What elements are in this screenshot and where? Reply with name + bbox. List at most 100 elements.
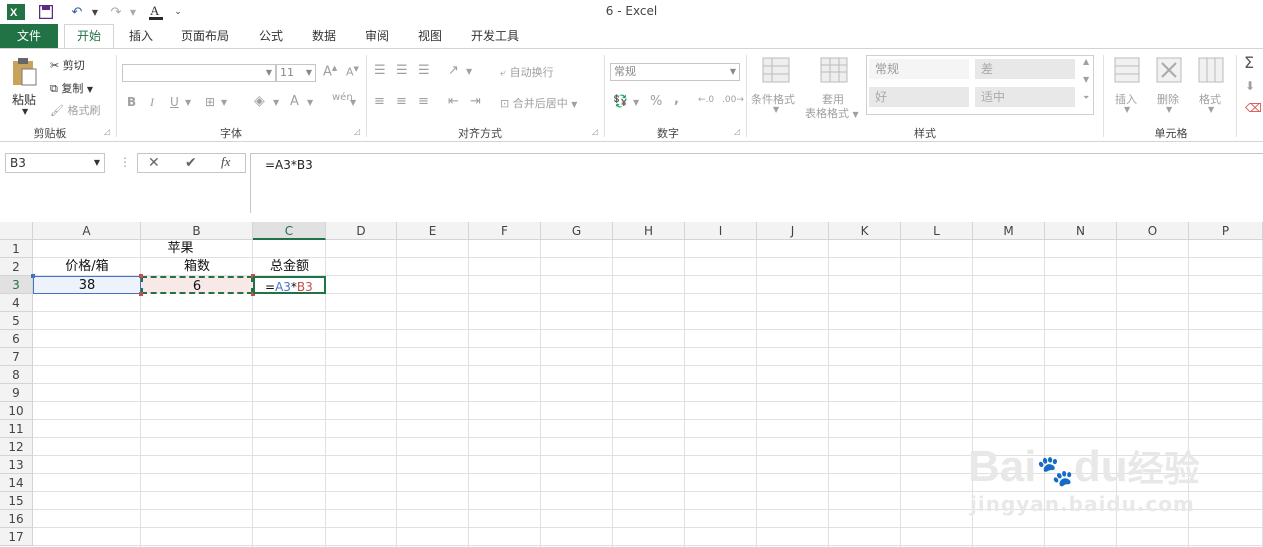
row-header-11[interactable]: 11 bbox=[0, 420, 33, 438]
underline-dropdown-icon[interactable]: ▼ bbox=[185, 98, 191, 107]
orientation-icon[interactable]: ↗ bbox=[448, 63, 459, 78]
column-header-L[interactable]: L bbox=[901, 222, 973, 240]
row-header-17[interactable]: 17 bbox=[0, 528, 33, 546]
increase-font-icon[interactable]: A▲ bbox=[323, 64, 337, 79]
align-left-icon[interactable]: ≡ bbox=[374, 94, 385, 109]
tab-page-layout[interactable]: 页面布局 bbox=[172, 24, 238, 48]
cell-A2[interactable]: 价格/箱 bbox=[33, 258, 141, 276]
paste-button[interactable]: 粘贴 bbox=[12, 91, 36, 108]
gallery-down-icon[interactable]: ▼ bbox=[1083, 75, 1089, 84]
row-header-6[interactable]: 6 bbox=[0, 330, 33, 348]
bold-icon[interactable]: B bbox=[127, 95, 136, 109]
align-right-icon[interactable]: ≡ bbox=[418, 94, 429, 109]
column-header-H[interactable]: H bbox=[613, 222, 685, 240]
insert-function-icon[interactable]: fx bbox=[221, 154, 230, 170]
number-launcher-icon[interactable]: ◿ bbox=[734, 127, 740, 136]
column-header-P[interactable]: P bbox=[1189, 222, 1263, 240]
increase-decimal-icon[interactable]: ←.0 bbox=[698, 95, 714, 105]
merge-center-button[interactable]: ⊡ 合并后居中 ▼ bbox=[500, 95, 577, 111]
cell-A3[interactable]: 38 bbox=[33, 276, 141, 294]
gallery-more-icon[interactable]: ⏷ bbox=[1083, 93, 1089, 103]
tab-developer[interactable]: 开发工具 bbox=[461, 24, 529, 48]
phonetic-dropdown-icon[interactable]: ▼ bbox=[350, 98, 356, 107]
row-header-4[interactable]: 4 bbox=[0, 294, 33, 312]
delete-cells-icon[interactable] bbox=[1156, 57, 1182, 86]
row-header-3[interactable]: 3 bbox=[0, 276, 33, 294]
border-dropdown-icon[interactable]: ▼ bbox=[221, 98, 227, 107]
formula-input[interactable]: =A3*B3 bbox=[250, 153, 1263, 213]
format-as-table-icon[interactable] bbox=[820, 57, 848, 86]
column-header-A[interactable]: A bbox=[33, 222, 141, 240]
font-size-combo[interactable]: 11 ▼ bbox=[276, 64, 316, 82]
clear-icon[interactable]: ⌫ bbox=[1245, 101, 1262, 115]
row-header-7[interactable]: 7 bbox=[0, 348, 33, 366]
fill-color-icon[interactable]: ◈ bbox=[254, 93, 265, 109]
column-header-K[interactable]: K bbox=[829, 222, 901, 240]
row-header-5[interactable]: 5 bbox=[0, 312, 33, 330]
row-header-9[interactable]: 9 bbox=[0, 384, 33, 402]
format-cells-icon[interactable] bbox=[1198, 57, 1224, 86]
increase-indent-icon[interactable]: ⇥ bbox=[470, 94, 481, 109]
row-header-8[interactable]: 8 bbox=[0, 366, 33, 384]
row-header-10[interactable]: 10 bbox=[0, 402, 33, 420]
number-format-combo[interactable]: 常规 ▼ bbox=[610, 63, 740, 81]
column-header-D[interactable]: D bbox=[326, 222, 397, 240]
accounting-icon[interactable]: 💱 bbox=[613, 94, 628, 108]
cell-C2[interactable]: 总金额 bbox=[253, 258, 326, 276]
font-color-dropdown-icon[interactable]: ▼ bbox=[307, 98, 313, 107]
percent-icon[interactable]: % bbox=[650, 94, 662, 109]
paste-dropdown-icon[interactable]: ▼ bbox=[22, 107, 28, 116]
border-icon[interactable]: ⊞ bbox=[205, 95, 215, 109]
column-header-N[interactable]: N bbox=[1045, 222, 1117, 240]
row-header-15[interactable]: 15 bbox=[0, 492, 33, 510]
clipboard-launcher-icon[interactable]: ◿ bbox=[104, 127, 110, 136]
column-header-J[interactable]: J bbox=[757, 222, 829, 240]
tab-formulas[interactable]: 公式 bbox=[248, 24, 294, 48]
conditional-format-dropdown-icon[interactable]: ▼ bbox=[773, 105, 779, 114]
italic-icon[interactable]: I bbox=[150, 95, 154, 110]
column-header-C[interactable]: C bbox=[253, 222, 326, 240]
fill-icon[interactable]: ⬇ bbox=[1245, 79, 1255, 93]
column-header-F[interactable]: F bbox=[469, 222, 541, 240]
gallery-up-icon[interactable]: ▲ bbox=[1083, 57, 1089, 66]
tab-data[interactable]: 数据 bbox=[301, 24, 347, 48]
wrap-text-button[interactable]: ⤶ 自动换行 bbox=[500, 64, 554, 80]
format-painter-button[interactable]: 🖌 格式刷 bbox=[50, 102, 100, 118]
conditional-format-icon[interactable] bbox=[762, 57, 790, 86]
insert-cells-icon[interactable] bbox=[1114, 57, 1140, 86]
column-header-O[interactable]: O bbox=[1117, 222, 1189, 240]
tab-file[interactable]: 文件 bbox=[0, 24, 58, 48]
style-good[interactable]: 好 bbox=[869, 87, 969, 107]
style-normal[interactable]: 常规 bbox=[869, 59, 969, 79]
style-neutral[interactable]: 适中 bbox=[975, 87, 1075, 107]
align-center-icon[interactable]: ≡ bbox=[396, 94, 407, 109]
cancel-icon[interactable]: ✕ bbox=[148, 155, 160, 171]
paste-icon[interactable] bbox=[10, 57, 38, 90]
row-header-2[interactable]: 2 bbox=[0, 258, 33, 276]
comma-icon[interactable]: , bbox=[674, 92, 679, 107]
align-middle-icon[interactable]: ☰ bbox=[396, 63, 408, 78]
column-header-I[interactable]: I bbox=[685, 222, 757, 240]
style-bad[interactable]: 差 bbox=[975, 59, 1075, 79]
tab-view[interactable]: 视图 bbox=[407, 24, 453, 48]
column-header-M[interactable]: M bbox=[973, 222, 1045, 240]
alignment-launcher-icon[interactable]: ◿ bbox=[592, 127, 598, 136]
column-header-G[interactable]: G bbox=[541, 222, 613, 240]
font-color-icon[interactable]: A bbox=[290, 94, 299, 109]
enter-icon[interactable]: ✔ bbox=[185, 155, 197, 171]
cell-B2[interactable]: 箱数 bbox=[141, 258, 253, 276]
decrease-font-icon[interactable]: A▼ bbox=[346, 65, 359, 79]
row-header-1[interactable]: 1 bbox=[0, 240, 33, 258]
tab-review[interactable]: 审阅 bbox=[354, 24, 400, 48]
row-header-13[interactable]: 13 bbox=[0, 456, 33, 474]
font-launcher-icon[interactable]: ◿ bbox=[354, 127, 360, 136]
format-cells-dropdown-icon[interactable]: ▼ bbox=[1208, 105, 1214, 114]
copy-button[interactable]: ⧉ 复制 ▼ bbox=[50, 80, 93, 96]
row-header-14[interactable]: 14 bbox=[0, 474, 33, 492]
font-name-combo[interactable]: ▼ bbox=[122, 64, 276, 82]
format-as-table-label[interactable]: 表格格式 ▼ bbox=[805, 105, 859, 121]
tab-home[interactable]: 开始 bbox=[64, 24, 114, 49]
name-box[interactable]: B3 ▼ bbox=[5, 153, 105, 173]
tab-insert[interactable]: 插入 bbox=[118, 24, 164, 48]
cut-button[interactable]: ✂ 剪切 bbox=[50, 57, 85, 73]
